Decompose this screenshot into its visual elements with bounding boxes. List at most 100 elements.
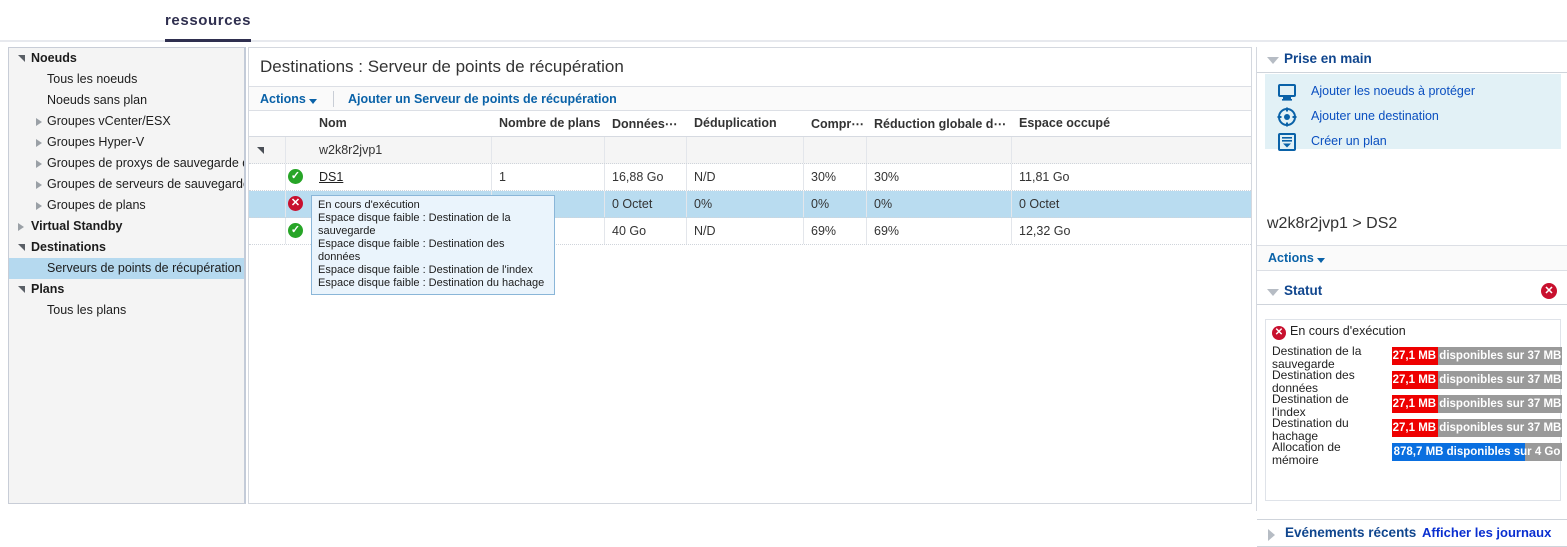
right-actions-menu-button[interactable]: Actions <box>1268 251 1314 265</box>
sidebar-item-9[interactable]: Destinations <box>9 237 244 258</box>
sidebar-item-6[interactable]: Groupes de serveurs de sauvegarde Lin <box>9 174 244 195</box>
metric-progress-text: 27,1 MB disponibles sur 37 MB <box>1392 371 1562 389</box>
chevron-down-icon[interactable] <box>1317 258 1325 263</box>
cell-name: DS1 <box>319 170 343 184</box>
target-icon <box>1277 107 1297 127</box>
sidebar-item-label: Groupes de proxys de sauvegarde de m <box>47 156 244 170</box>
metric-progress-bar: 27,1 MB disponibles sur 37 MB <box>1392 419 1562 437</box>
sidebar-item-5[interactable]: Groupes de proxys de sauvegarde de m <box>9 153 244 174</box>
chevron-right-icon[interactable] <box>36 202 42 210</box>
page-title: Destinations : Serveur de points de récu… <box>260 57 624 77</box>
chevron-down-icon[interactable] <box>18 55 25 62</box>
column-separator <box>604 164 605 190</box>
chevron-down-icon[interactable] <box>1267 289 1279 296</box>
tooltip-line: Espace disque faible : Destination de la… <box>318 212 549 238</box>
column-header-7[interactable]: Réduction globale d⋯ <box>874 116 1006 131</box>
status-running-text: ✕ En cours d'exécution <box>1272 324 1406 338</box>
status-running-label: En cours d'exécution <box>1290 324 1406 338</box>
cell-data: 0 Octet <box>612 197 652 211</box>
column-separator <box>491 164 492 190</box>
destination-link[interactable]: DS1 <box>319 170 343 184</box>
tooltip-line: Espace disque faible : Destination du ha… <box>318 277 549 290</box>
table-row[interactable]: ✓DS1116,88 GoN/D30%30%11,81 Go <box>249 164 1251 191</box>
column-separator <box>686 137 687 163</box>
column-header-8[interactable]: Espace occupé <box>1019 116 1110 130</box>
sidebar-item-8[interactable]: Virtual Standby <box>9 216 244 237</box>
actions-menu-button[interactable]: Actions <box>260 92 306 106</box>
sidebar-item-label: Tous les plans <box>47 303 126 317</box>
status-metric-3: Destination du hachage27,1 MB disponible… <box>1272 417 1556 441</box>
group-expand-icon[interactable] <box>257 147 264 154</box>
sidebar-item-7[interactable]: Groupes de plans <box>9 195 244 216</box>
column-separator <box>686 191 687 217</box>
monitor-icon <box>1277 82 1297 102</box>
sidebar-item-label: Virtual Standby <box>31 219 122 233</box>
status-metric-4: Allocation de mémoire878,7 MB disponible… <box>1272 441 1556 465</box>
column-separator <box>285 218 286 244</box>
getting-started-item-2[interactable]: Créer un plan <box>1265 130 1561 154</box>
column-separator <box>1011 191 1012 217</box>
column-separator <box>604 191 605 217</box>
recent-events-header[interactable]: Evénements récents Afficher les journaux <box>1257 519 1567 547</box>
getting-started-label[interactable]: Créer un plan <box>1311 134 1387 148</box>
sidebar-item-3[interactable]: Groupes vCenter/ESX <box>9 111 244 132</box>
chevron-right-icon[interactable] <box>18 223 24 231</box>
column-separator <box>803 164 804 190</box>
chevron-right-icon[interactable] <box>1268 529 1275 541</box>
sidebar-item-label: Groupes de plans <box>47 198 146 212</box>
sidebar-item-4[interactable]: Groupes Hyper-V <box>9 132 244 153</box>
getting-started-label[interactable]: Ajouter les noeuds à protéger <box>1311 84 1475 98</box>
chevron-right-icon[interactable] <box>36 118 42 126</box>
error-icon: ✕ <box>1272 326 1286 340</box>
getting-started-item-0[interactable]: Ajouter les noeuds à protéger <box>1265 80 1561 104</box>
column-header-6[interactable]: Compr⋯ <box>811 116 864 131</box>
success-icon: ✓ <box>288 169 303 184</box>
cell-name: w2k8r2jvp1 <box>319 143 382 157</box>
chevron-right-icon[interactable] <box>36 139 42 147</box>
chevron-right-icon[interactable] <box>36 160 42 168</box>
tooltip-line: Espace disque faible : Destination de l'… <box>318 264 549 277</box>
column-separator <box>866 191 867 217</box>
sidebar-item-2[interactable]: Noeuds sans plan <box>9 90 244 111</box>
chevron-down-icon[interactable] <box>1267 57 1279 64</box>
status-badge: ✕ <box>1541 283 1557 299</box>
metric-progress-bar: 878,7 MB disponibles sur 4 Go <box>1392 443 1562 461</box>
metric-progress-bar: 27,1 MB disponibles sur 37 MB <box>1392 371 1562 389</box>
chevron-right-icon[interactable] <box>36 181 42 189</box>
getting-started-item-1[interactable]: Ajouter une destination <box>1265 105 1561 129</box>
add-recovery-point-server-button[interactable]: Ajouter un Serveur de points de récupéra… <box>348 92 617 106</box>
sidebar-item-12[interactable]: Tous les plans <box>9 300 244 321</box>
cell-compr: 69% <box>811 224 836 238</box>
cell-reduction: 30% <box>874 170 899 184</box>
column-separator <box>866 164 867 190</box>
table-row[interactable]: w2k8r2jvp1 <box>249 137 1251 164</box>
metric-label: Allocation de mémoire <box>1272 441 1384 467</box>
column-separator <box>686 218 687 244</box>
column-header-3[interactable]: Nombre de plans <box>499 116 600 130</box>
sidebar-item-label: Destinations <box>31 240 106 254</box>
metric-progress-bar: 27,1 MB disponibles sur 37 MB <box>1392 347 1562 365</box>
chevron-down-icon[interactable] <box>18 286 25 293</box>
column-header-2[interactable]: Nom <box>319 116 347 130</box>
column-header-5[interactable]: Déduplication <box>694 116 777 130</box>
view-logs-link[interactable]: Afficher les journaux <box>1422 525 1551 540</box>
sidebar-item-11[interactable]: Plans <box>9 279 244 300</box>
column-header-4[interactable]: Données⋯ <box>612 116 677 131</box>
breadcrumb: w2k8r2jvp1 > DS2 <box>1267 215 1397 233</box>
sidebar-item-1[interactable]: Tous les noeuds <box>9 69 244 90</box>
getting-started-header[interactable]: Prise en main <box>1257 47 1567 73</box>
column-separator <box>866 137 867 163</box>
chevron-down-icon[interactable] <box>18 244 25 251</box>
cell-data: 16,88 Go <box>612 170 663 184</box>
column-separator <box>491 137 492 163</box>
right-side-panel: Prise en main Ajouter les noeuds à proté… <box>1256 47 1567 511</box>
status-header[interactable]: Statut ✕ <box>1257 279 1567 305</box>
tab-ressources[interactable]: ressources <box>165 12 251 42</box>
sidebar-item-0[interactable]: Noeuds <box>9 48 244 69</box>
status-metric-2: Destination de l'index27,1 MB disponible… <box>1272 393 1556 417</box>
column-separator <box>285 164 286 190</box>
sidebar-item-label: Plans <box>31 282 64 296</box>
sidebar-item-10[interactable]: Serveurs de points de récupération <box>9 258 244 279</box>
chevron-down-icon[interactable] <box>309 99 317 104</box>
getting-started-label[interactable]: Ajouter une destination <box>1311 109 1439 123</box>
